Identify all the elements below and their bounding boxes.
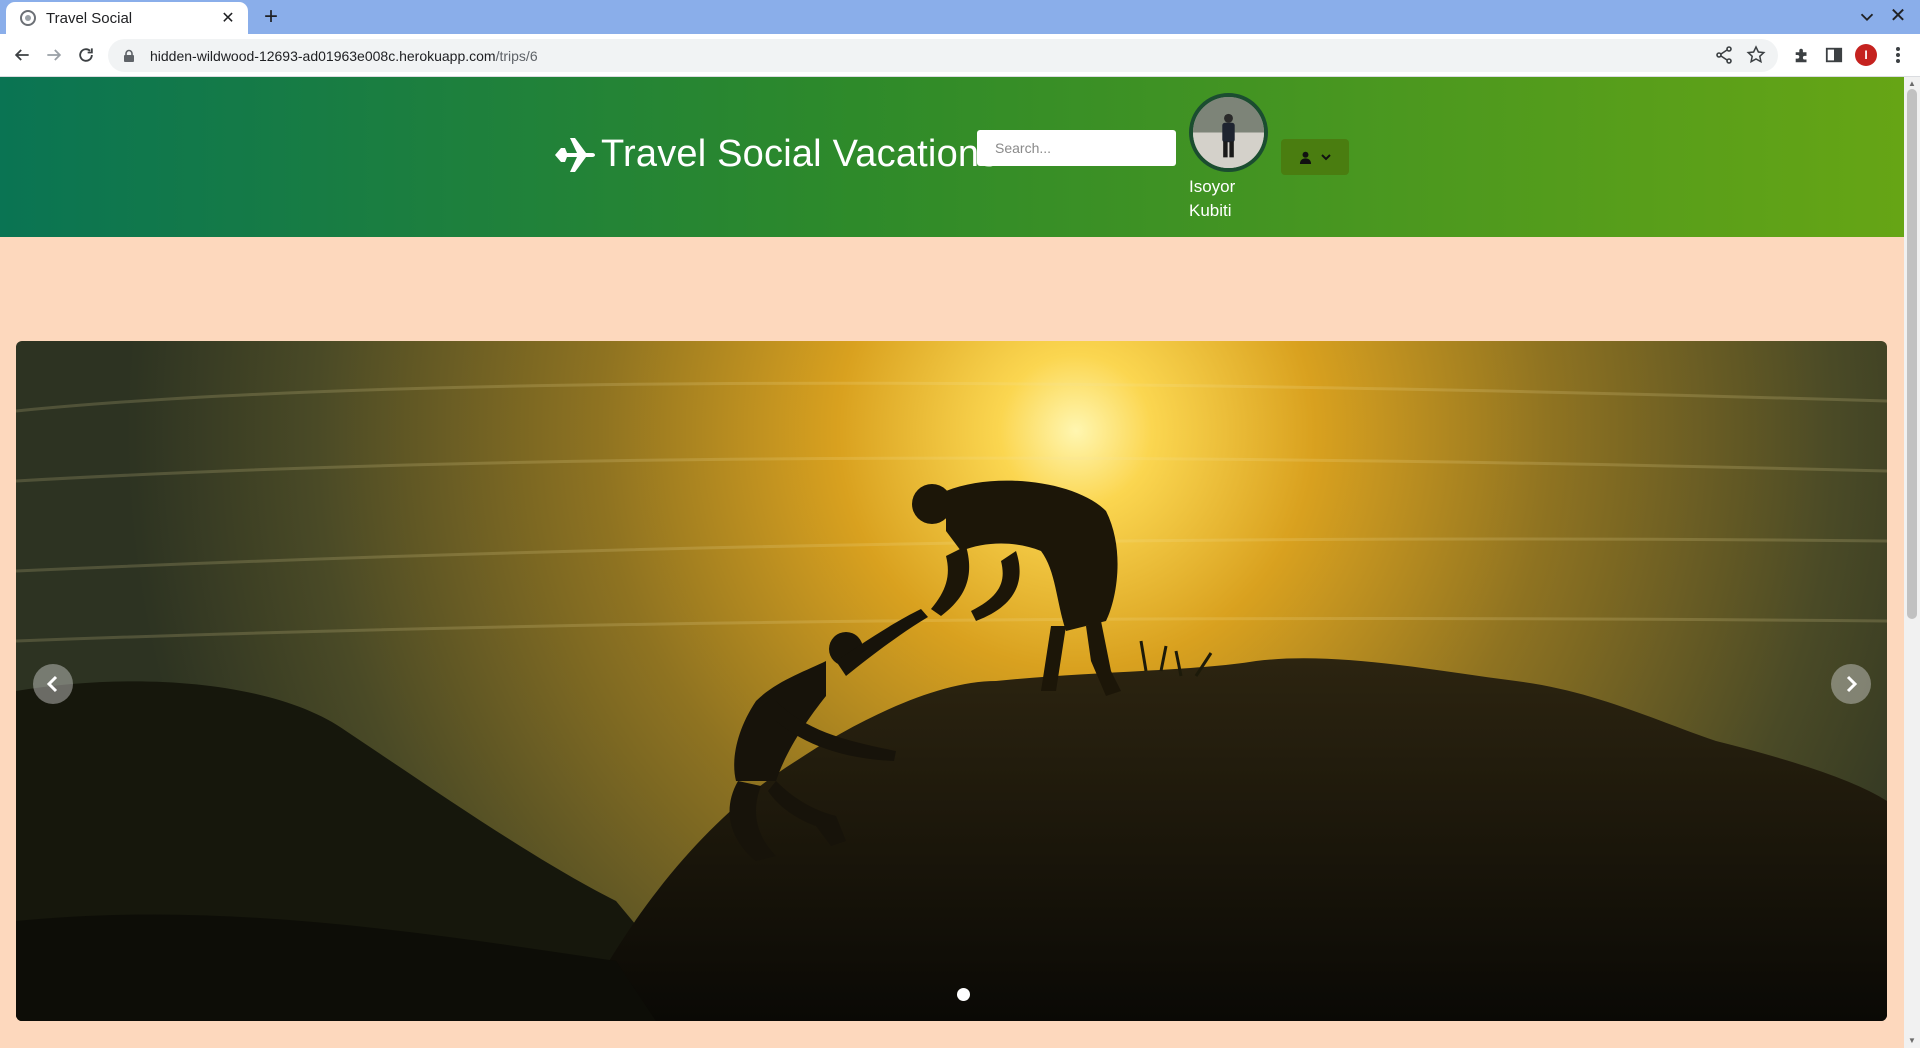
window-close-icon[interactable]: ✕ — [1886, 4, 1910, 28]
scrollbar-thumb[interactable] — [1907, 89, 1917, 619]
user-menu-dropdown-button[interactable] — [1281, 139, 1349, 175]
bookmark-star-icon[interactable] — [1746, 44, 1766, 66]
carousel-prev-button[interactable] — [33, 664, 73, 704]
reload-icon[interactable] — [74, 43, 98, 67]
tab-title: Travel Social — [46, 9, 133, 27]
globe-icon — [20, 10, 36, 26]
url-text: hidden-wildwood-12693-ad01963e008c.herok… — [150, 48, 538, 64]
chevron-right-icon — [1846, 675, 1858, 693]
extensions-puzzle-icon[interactable] — [1790, 43, 1814, 67]
back-arrow-icon[interactable] — [10, 43, 34, 67]
user-icon — [1299, 151, 1311, 164]
page-scrollbar[interactable]: ▲ ▼ — [1904, 77, 1920, 1048]
tab-search-chevron-icon[interactable] — [1856, 6, 1878, 28]
chevron-down-icon — [1320, 154, 1331, 161]
scroll-down-arrow-icon[interactable]: ▼ — [1907, 1036, 1917, 1046]
scroll-up-arrow-icon[interactable]: ▲ — [1907, 79, 1917, 89]
browser-tab[interactable]: Travel Social ✕ — [6, 2, 248, 34]
profile-avatar-icon[interactable]: I — [1855, 44, 1877, 66]
plane-icon — [555, 137, 595, 172]
carousel-indicator-active[interactable] — [957, 988, 970, 1001]
carousel-next-button[interactable] — [1831, 664, 1871, 704]
user-last-name: Kubiti — [1189, 201, 1232, 220]
address-bar[interactable]: hidden-wildwood-12693-ad01963e008c.herok… — [108, 39, 1778, 72]
brand-link[interactable]: Travel Social Vacations — [553, 133, 998, 176]
site-header: Travel Social Vacations Isoyor Kubiti — [0, 77, 1904, 237]
url-path: /trips/6 — [495, 47, 538, 64]
browser-tabstrip: Travel Social ✕ + ✕ — [0, 0, 1920, 34]
user-avatar[interactable] — [1189, 93, 1268, 172]
forward-arrow-icon[interactable] — [42, 43, 66, 67]
trip-image-carousel — [16, 341, 1887, 1021]
new-tab-button[interactable]: + — [258, 4, 284, 30]
hero-photo-climbers-sunset — [16, 341, 1887, 1021]
lock-icon — [124, 49, 134, 62]
share-icon[interactable] — [1714, 44, 1734, 66]
browser-menu-icon[interactable] — [1886, 43, 1910, 67]
url-host: hidden-wildwood-12693-ad01963e008c.herok… — [150, 47, 496, 64]
user-name: Isoyor Kubiti — [1189, 175, 1259, 223]
chevron-left-icon — [46, 675, 58, 693]
side-panel-icon[interactable] — [1822, 43, 1846, 67]
browser-toolbar: hidden-wildwood-12693-ad01963e008c.herok… — [0, 34, 1920, 77]
page-viewport: Travel Social Vacations Isoyor Kubiti — [0, 77, 1904, 1048]
user-first-name: Isoyor — [1189, 177, 1236, 196]
brand-name: Travel Social Vacations — [601, 133, 999, 175]
tab-close-icon[interactable]: ✕ — [218, 8, 238, 28]
search-input[interactable] — [977, 130, 1176, 166]
